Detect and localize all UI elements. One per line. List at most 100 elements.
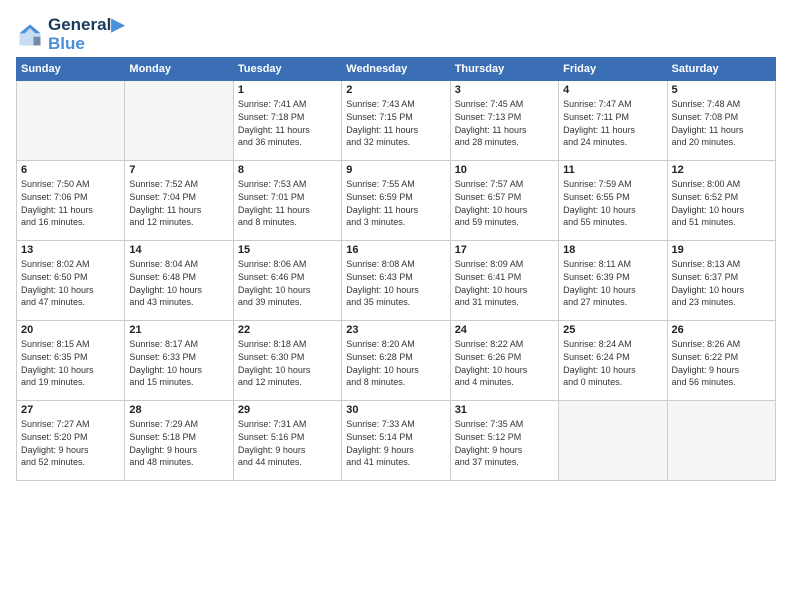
day-number: 14 xyxy=(129,244,228,256)
day-info: Sunrise: 7:33 AM Sunset: 5:14 PM Dayligh… xyxy=(346,418,445,468)
day-number: 26 xyxy=(672,324,771,336)
day-cell: 10 Sunrise: 7:57 AM Sunset: 6:57 PM Dayli… xyxy=(450,161,558,241)
day-info: Sunrise: 8:09 AM Sunset: 6:41 PM Dayligh… xyxy=(455,258,554,308)
day-number: 3 xyxy=(455,84,554,96)
day-cell: 27 Sunrise: 7:27 AM Sunset: 5:20 PM Dayli… xyxy=(17,401,125,481)
day-cell: 15 Sunrise: 8:06 AM Sunset: 6:46 PM Dayli… xyxy=(233,241,341,321)
day-cell: 13 Sunrise: 8:02 AM Sunset: 6:50 PM Dayli… xyxy=(17,241,125,321)
day-cell: 31 Sunrise: 7:35 AM Sunset: 5:12 PM Dayli… xyxy=(450,401,558,481)
day-number: 5 xyxy=(672,84,771,96)
day-info: Sunrise: 8:17 AM Sunset: 6:33 PM Dayligh… xyxy=(129,338,228,388)
col-header-saturday: Saturday xyxy=(667,58,775,81)
day-cell: 30 Sunrise: 7:33 AM Sunset: 5:14 PM Dayli… xyxy=(342,401,450,481)
day-number: 22 xyxy=(238,324,337,336)
day-number: 2 xyxy=(346,84,445,96)
day-info: Sunrise: 7:50 AM Sunset: 7:06 PM Dayligh… xyxy=(21,178,120,228)
day-number: 11 xyxy=(563,164,662,176)
day-info: Sunrise: 8:20 AM Sunset: 6:28 PM Dayligh… xyxy=(346,338,445,388)
day-number: 28 xyxy=(129,404,228,416)
day-number: 31 xyxy=(455,404,554,416)
day-info: Sunrise: 7:53 AM Sunset: 7:01 PM Dayligh… xyxy=(238,178,337,228)
day-info: Sunrise: 8:22 AM Sunset: 6:26 PM Dayligh… xyxy=(455,338,554,388)
day-number: 18 xyxy=(563,244,662,256)
day-info: Sunrise: 8:02 AM Sunset: 6:50 PM Dayligh… xyxy=(21,258,120,308)
day-cell: 21 Sunrise: 8:17 AM Sunset: 6:33 PM Dayli… xyxy=(125,321,233,401)
day-info: Sunrise: 7:35 AM Sunset: 5:12 PM Dayligh… xyxy=(455,418,554,468)
logo: General▶ Blue xyxy=(16,16,124,53)
day-number: 27 xyxy=(21,404,120,416)
day-number: 13 xyxy=(21,244,120,256)
day-info: Sunrise: 7:55 AM Sunset: 6:59 PM Dayligh… xyxy=(346,178,445,228)
day-cell: 22 Sunrise: 8:18 AM Sunset: 6:30 PM Dayli… xyxy=(233,321,341,401)
col-header-tuesday: Tuesday xyxy=(233,58,341,81)
day-info: Sunrise: 8:26 AM Sunset: 6:22 PM Dayligh… xyxy=(672,338,771,388)
day-info: Sunrise: 7:52 AM Sunset: 7:04 PM Dayligh… xyxy=(129,178,228,228)
week-row-4: 20 Sunrise: 8:15 AM Sunset: 6:35 PM Dayli… xyxy=(17,321,776,401)
day-info: Sunrise: 7:47 AM Sunset: 7:11 PM Dayligh… xyxy=(563,98,662,148)
day-number: 16 xyxy=(346,244,445,256)
day-info: Sunrise: 7:57 AM Sunset: 6:57 PM Dayligh… xyxy=(455,178,554,228)
day-info: Sunrise: 8:00 AM Sunset: 6:52 PM Dayligh… xyxy=(672,178,771,228)
day-info: Sunrise: 8:24 AM Sunset: 6:24 PM Dayligh… xyxy=(563,338,662,388)
day-info: Sunrise: 7:59 AM Sunset: 6:55 PM Dayligh… xyxy=(563,178,662,228)
day-info: Sunrise: 8:13 AM Sunset: 6:37 PM Dayligh… xyxy=(672,258,771,308)
day-number: 20 xyxy=(21,324,120,336)
week-row-1: 1 Sunrise: 7:41 AM Sunset: 7:18 PM Daylig… xyxy=(17,81,776,161)
day-cell: 9 Sunrise: 7:55 AM Sunset: 6:59 PM Daylig… xyxy=(342,161,450,241)
day-number: 21 xyxy=(129,324,228,336)
day-info: Sunrise: 8:04 AM Sunset: 6:48 PM Dayligh… xyxy=(129,258,228,308)
day-number: 12 xyxy=(672,164,771,176)
day-number: 17 xyxy=(455,244,554,256)
day-number: 10 xyxy=(455,164,554,176)
day-number: 9 xyxy=(346,164,445,176)
day-info: Sunrise: 8:11 AM Sunset: 6:39 PM Dayligh… xyxy=(563,258,662,308)
day-cell xyxy=(667,401,775,481)
day-info: Sunrise: 7:41 AM Sunset: 7:18 PM Dayligh… xyxy=(238,98,337,148)
day-cell: 16 Sunrise: 8:08 AM Sunset: 6:43 PM Dayli… xyxy=(342,241,450,321)
day-cell: 18 Sunrise: 8:11 AM Sunset: 6:39 PM Dayli… xyxy=(559,241,667,321)
day-info: Sunrise: 7:29 AM Sunset: 5:18 PM Dayligh… xyxy=(129,418,228,468)
day-cell: 24Sunrise: 8:22 AM Sunset: 6:26 PM Dayli… xyxy=(450,321,558,401)
col-header-monday: Monday xyxy=(125,58,233,81)
col-header-thursday: Thursday xyxy=(450,58,558,81)
day-info: Sunrise: 7:31 AM Sunset: 5:16 PM Dayligh… xyxy=(238,418,337,468)
header-row: SundayMondayTuesdayWednesdayThursdayFrid… xyxy=(17,58,776,81)
day-number: 8 xyxy=(238,164,337,176)
day-info: Sunrise: 8:18 AM Sunset: 6:30 PM Dayligh… xyxy=(238,338,337,388)
day-info: Sunrise: 8:06 AM Sunset: 6:46 PM Dayligh… xyxy=(238,258,337,308)
day-cell: 26 Sunrise: 8:26 AM Sunset: 6:22 PM Dayli… xyxy=(667,321,775,401)
page: General▶ Blue SundayMondayTuesdayWednesd… xyxy=(0,0,792,489)
day-cell: 17 Sunrise: 8:09 AM Sunset: 6:41 PM Dayli… xyxy=(450,241,558,321)
day-cell xyxy=(17,81,125,161)
day-cell: 7 Sunrise: 7:52 AM Sunset: 7:04 PM Daylig… xyxy=(125,161,233,241)
day-cell: 2 Sunrise: 7:43 AM Sunset: 7:15 PM Daylig… xyxy=(342,81,450,161)
day-info: Sunrise: 7:27 AM Sunset: 5:20 PM Dayligh… xyxy=(21,418,120,468)
day-cell: 8 Sunrise: 7:53 AM Sunset: 7:01 PM Daylig… xyxy=(233,161,341,241)
day-info: Sunrise: 8:08 AM Sunset: 6:43 PM Dayligh… xyxy=(346,258,445,308)
day-cell: 12 Sunrise: 8:00 AM Sunset: 6:52 PM Dayli… xyxy=(667,161,775,241)
day-cell: 1 Sunrise: 7:41 AM Sunset: 7:18 PM Daylig… xyxy=(233,81,341,161)
day-cell: 11 Sunrise: 7:59 AM Sunset: 6:55 PM Dayli… xyxy=(559,161,667,241)
day-number: 30 xyxy=(346,404,445,416)
calendar-table: SundayMondayTuesdayWednesdayThursdayFrid… xyxy=(16,57,776,481)
col-header-friday: Friday xyxy=(559,58,667,81)
day-cell: 23Sunrise: 8:20 AM Sunset: 6:28 PM Dayli… xyxy=(342,321,450,401)
day-cell: 5Sunrise: 7:48 AM Sunset: 7:08 PM Daylig… xyxy=(667,81,775,161)
day-info: Sunrise: 7:43 AM Sunset: 7:15 PM Dayligh… xyxy=(346,98,445,148)
day-cell: 6Sunrise: 7:50 AM Sunset: 7:06 PM Daylig… xyxy=(17,161,125,241)
week-row-2: 6Sunrise: 7:50 AM Sunset: 7:06 PM Daylig… xyxy=(17,161,776,241)
day-cell: 14 Sunrise: 8:04 AM Sunset: 6:48 PM Dayli… xyxy=(125,241,233,321)
week-row-3: 13 Sunrise: 8:02 AM Sunset: 6:50 PM Dayli… xyxy=(17,241,776,321)
day-number: 15 xyxy=(238,244,337,256)
day-number: 19 xyxy=(672,244,771,256)
day-number: 1 xyxy=(238,84,337,96)
day-number: 7 xyxy=(129,164,228,176)
day-number: 25 xyxy=(563,324,662,336)
col-header-sunday: Sunday xyxy=(17,58,125,81)
logo-text: General▶ Blue xyxy=(48,16,124,53)
day-cell: 4Sunrise: 7:47 AM Sunset: 7:11 PM Daylig… xyxy=(559,81,667,161)
day-info: Sunrise: 8:15 AM Sunset: 6:35 PM Dayligh… xyxy=(21,338,120,388)
day-cell xyxy=(125,81,233,161)
day-cell: 25 Sunrise: 8:24 AM Sunset: 6:24 PM Dayli… xyxy=(559,321,667,401)
week-row-5: 27 Sunrise: 7:27 AM Sunset: 5:20 PM Dayli… xyxy=(17,401,776,481)
